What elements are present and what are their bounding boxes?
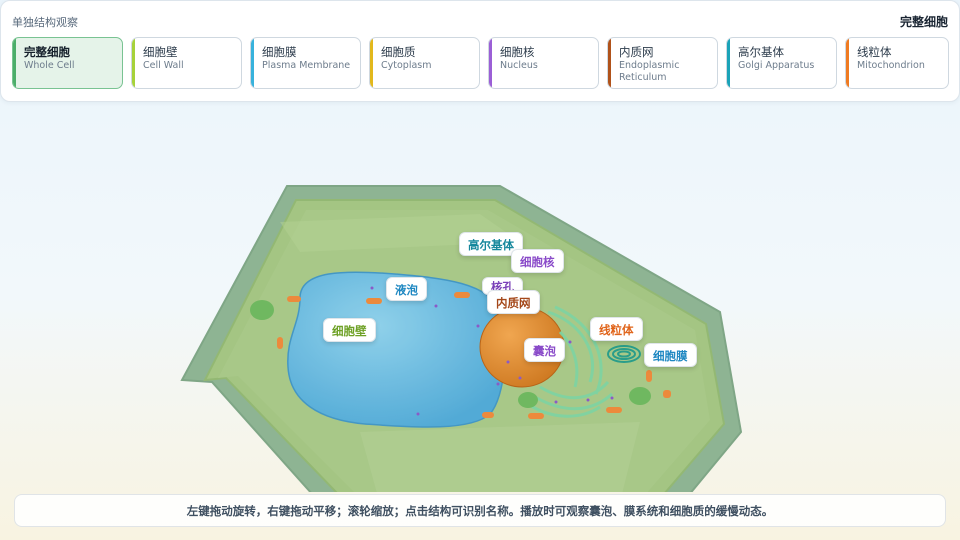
- tab-label-cn: 细胞膜: [262, 45, 297, 59]
- tab-label-en: Endoplasmic Reticulum: [619, 60, 680, 83]
- tab-nucleus[interactable]: 细胞核 Nucleus: [488, 37, 599, 89]
- tab-whole-cell[interactable]: 完整细胞 Whole Cell: [12, 37, 123, 89]
- tab-label-cn: 细胞核: [500, 45, 535, 59]
- label-cell-wall[interactable]: 细胞壁: [323, 318, 376, 342]
- label-nucleus[interactable]: 细胞核: [511, 249, 564, 273]
- tab-label-cn: 内质网: [619, 45, 654, 59]
- tab-label-cn: 细胞壁: [143, 45, 178, 59]
- tab-label-cn: 完整细胞: [24, 45, 70, 59]
- tab-label-en: Whole Cell: [24, 60, 75, 71]
- label-endoplasmic-reticulum[interactable]: 内质网: [487, 290, 540, 314]
- tab-cytoplasm[interactable]: 细胞质 Cytoplasm: [369, 37, 480, 89]
- current-structure-title: 完整细胞: [899, 15, 948, 29]
- tab-label-cn: 线粒体: [857, 45, 892, 59]
- label-vesicle[interactable]: 囊泡: [524, 338, 565, 362]
- tab-label-cn: 细胞质: [381, 45, 416, 59]
- label-mitochondrion[interactable]: 线粒体: [590, 317, 643, 341]
- tab-label-en: Cell Wall: [143, 60, 184, 71]
- cytoplasm-panel: [360, 422, 640, 492]
- tab-cell-wall[interactable]: 细胞壁 Cell Wall: [131, 37, 242, 89]
- controls-hint: 左键拖动旋转，右键拖动平移；滚轮缩放；点击结构可识别名称。播放时可观察囊泡、膜系…: [14, 494, 946, 527]
- tab-endoplasmic-reticulum[interactable]: 内质网 Endoplasmic Reticulum: [607, 37, 718, 89]
- panel-title: 单独结构观察: [12, 16, 78, 29]
- cell-model[interactable]: [0, 102, 960, 492]
- tab-mitochondrion[interactable]: 线粒体 Mitochondrion: [845, 37, 949, 89]
- tab-label-en: Cytoplasm: [381, 60, 432, 71]
- tab-label-cn: 高尔基体: [738, 45, 784, 59]
- tab-label-en: Plasma Membrane: [262, 60, 351, 71]
- label-plasma-membrane[interactable]: 细胞膜: [644, 343, 697, 367]
- tab-plasma-membrane[interactable]: 细胞膜 Plasma Membrane: [250, 37, 361, 89]
- tab-label-en: Golgi Apparatus: [738, 60, 815, 71]
- label-vacuole[interactable]: 液泡: [386, 277, 427, 301]
- structure-panel: 单独结构观察 完整细胞 完整细胞 Whole Cell 细胞壁 Cell Wal…: [0, 0, 960, 102]
- tab-label-en: Mitochondrion: [857, 60, 925, 71]
- tab-golgi-apparatus[interactable]: 高尔基体 Golgi Apparatus: [726, 37, 837, 89]
- cell-3d-viewport[interactable]: 高尔基体 细胞核 核孔 内质网 液泡 细胞壁 线粒体 囊泡 细胞膜: [0, 102, 960, 492]
- structure-tabs: 完整细胞 Whole Cell 细胞壁 Cell Wall 细胞膜 Plasma…: [12, 37, 949, 89]
- tab-label-en: Nucleus: [500, 60, 538, 71]
